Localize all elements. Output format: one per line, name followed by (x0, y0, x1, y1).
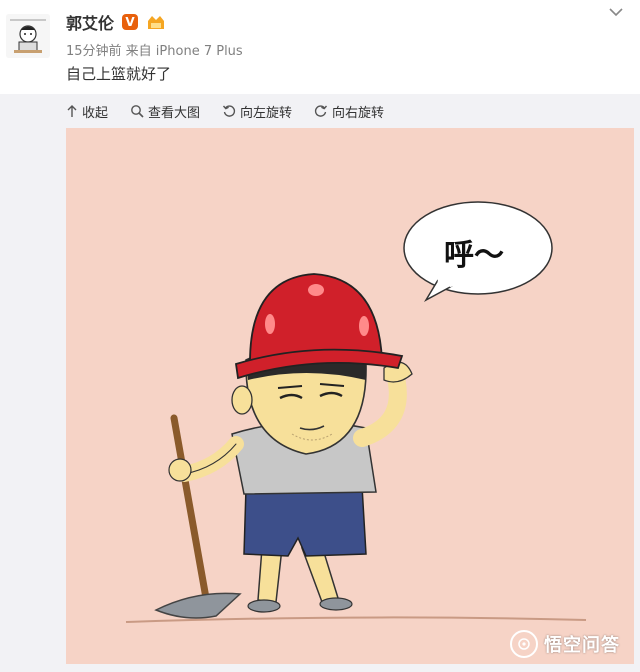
vip-crown-icon (146, 13, 166, 31)
view-large-button[interactable]: 查看大图 (130, 102, 200, 121)
rotate-left-icon (223, 105, 236, 117)
watermark-text: 悟空问答 (544, 635, 620, 656)
wukong-logo-icon (510, 630, 538, 658)
post-text: 自己上篮就好了 (66, 65, 172, 83)
verified-badge-icon: V (122, 14, 139, 30)
rotate-right-button[interactable]: 向右旋转 (314, 102, 384, 121)
arrow-up-icon (67, 105, 77, 117)
chevron-down-icon[interactable] (606, 4, 626, 20)
author-line: 郭艾伦 V (66, 10, 166, 34)
post-meta: 15分钟前 来自 iPhone 7 Plus (66, 44, 243, 59)
avatar[interactable] (6, 14, 50, 58)
rotate-left-label: 向左旋转 (240, 105, 293, 121)
avatar-image (6, 14, 50, 58)
rotate-right-icon (314, 105, 328, 117)
media-area: 收起 查看大图 向左旋转 向右旋转 呼～ 悟空问答 (0, 94, 640, 672)
author-name[interactable]: 郭艾伦 (66, 10, 114, 34)
magnifier-icon (131, 105, 144, 118)
post-image[interactable]: 呼～ 悟空问答 (66, 128, 634, 664)
collapse-button[interactable]: 收起 (66, 102, 108, 121)
rotate-left-button[interactable]: 向左旋转 (222, 102, 292, 121)
collapse-label: 收起 (82, 105, 109, 121)
cartoon-illustration (66, 128, 634, 664)
watermark: 悟空问答 (510, 630, 620, 658)
rotate-right-label: 向右旋转 (332, 105, 385, 121)
image-toolbar: 收起 查看大图 向左旋转 向右旋转 (66, 98, 406, 124)
post-header: 郭艾伦 V 15分钟前 来自 iPhone 7 Plus 自己上篮就好了 (0, 0, 640, 94)
speech-bubble-text: 呼～ (444, 238, 504, 273)
view-large-label: 查看大图 (148, 105, 201, 121)
